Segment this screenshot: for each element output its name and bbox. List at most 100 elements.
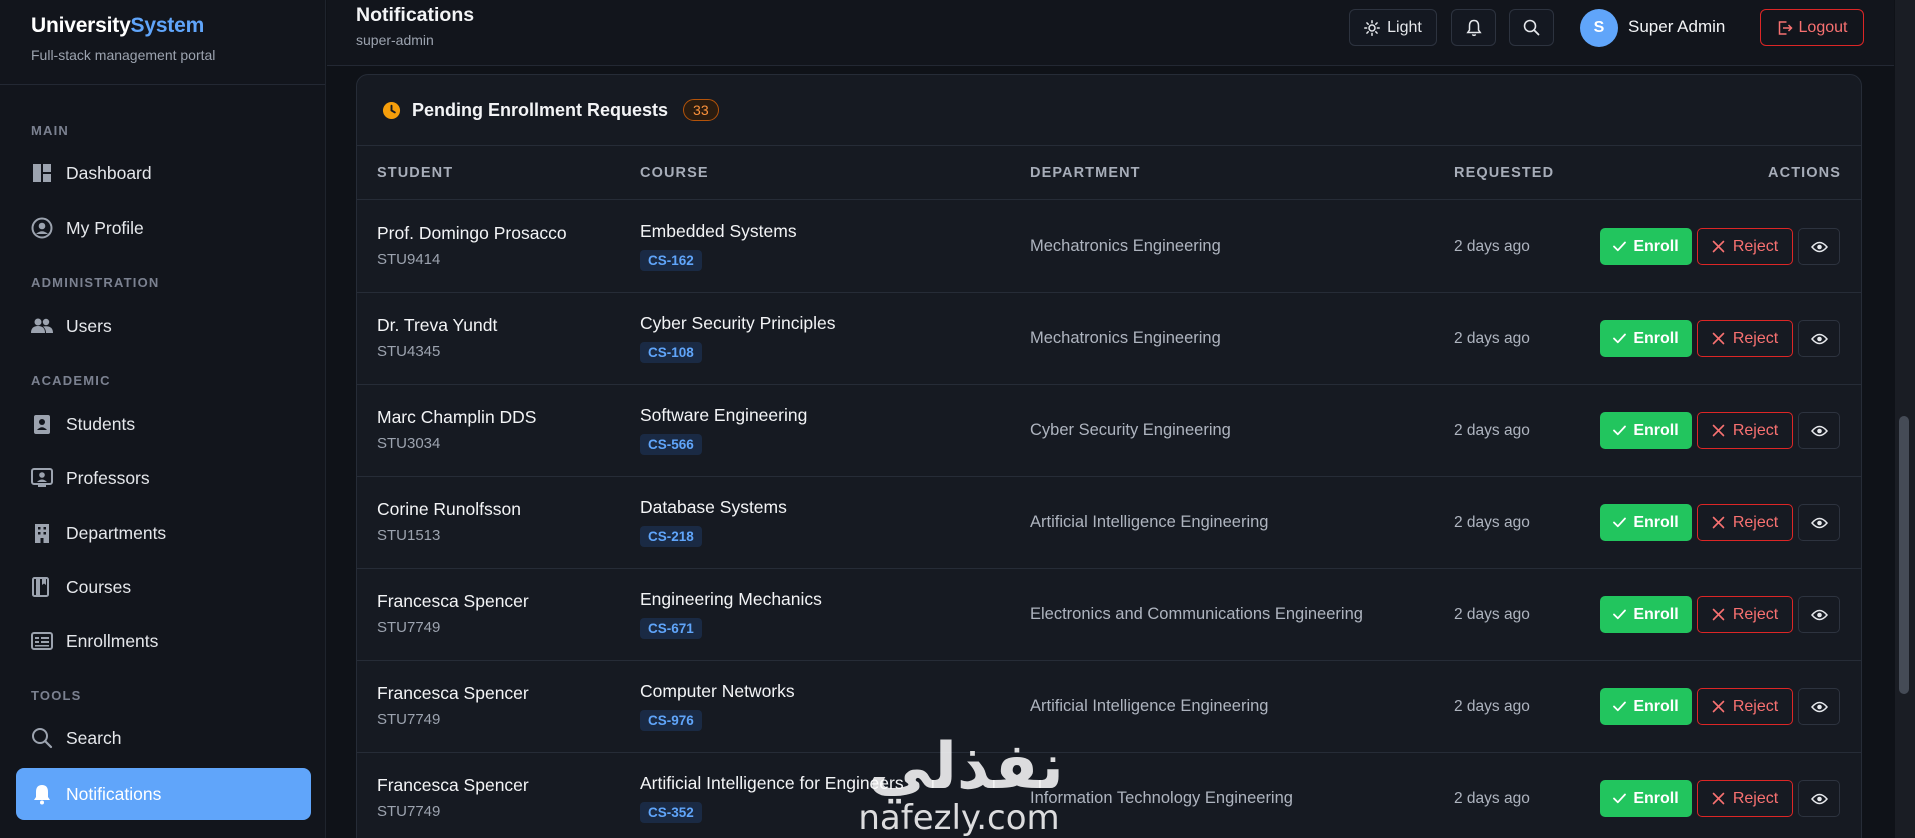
course-name: Computer Networks bbox=[640, 681, 795, 701]
reject-label: Reject bbox=[1732, 421, 1779, 439]
reject-button[interactable]: Reject bbox=[1697, 228, 1793, 265]
enrollment-card-icon bbox=[31, 630, 53, 652]
brand-title[interactable]: UniversitySystem bbox=[31, 14, 325, 38]
brand: UniversitySystem Full-stack management p… bbox=[0, 0, 325, 85]
enroll-button[interactable]: Enroll bbox=[1600, 688, 1692, 725]
theme-toggle-button[interactable]: Light bbox=[1349, 9, 1437, 46]
student-name[interactable]: Corine Runolfsson bbox=[377, 499, 521, 520]
sidebar-item-label: Departments bbox=[66, 522, 167, 543]
sidebar-item-notifications[interactable]: Notifications bbox=[16, 768, 311, 820]
reject-button[interactable]: Reject bbox=[1697, 688, 1793, 725]
theme-toggle-label: Light bbox=[1387, 18, 1422, 36]
sidebar-item-students[interactable]: Students bbox=[16, 398, 311, 450]
scrollbar-thumb[interactable] bbox=[1899, 416, 1909, 694]
requested-time: 2 days ago bbox=[1454, 606, 1530, 623]
student-name[interactable]: Francesca Spencer bbox=[377, 683, 529, 704]
card-title: Pending Enrollment Requests bbox=[412, 99, 669, 120]
x-icon bbox=[1712, 332, 1725, 345]
search-button[interactable] bbox=[1509, 9, 1554, 46]
clock-icon bbox=[382, 101, 412, 120]
view-details-button[interactable] bbox=[1798, 504, 1840, 541]
requested-time: 2 days ago bbox=[1454, 330, 1530, 347]
reject-button[interactable]: Reject bbox=[1697, 412, 1793, 449]
sidebar-item-enrollments[interactable]: Enrollments bbox=[16, 615, 311, 667]
x-icon bbox=[1712, 424, 1725, 437]
requested-time: 2 days ago bbox=[1454, 238, 1530, 255]
table-row: Francesca Spencer STU7749 Artificial Intel… bbox=[357, 753, 1861, 838]
eye-icon bbox=[1810, 793, 1828, 805]
enroll-button[interactable]: Enroll bbox=[1600, 412, 1692, 449]
student-name[interactable]: Dr. Treva Yundt bbox=[377, 315, 497, 336]
search-icon bbox=[31, 727, 53, 749]
requested-time: 2 days ago bbox=[1454, 422, 1530, 439]
course-name: Engineering Mechanics bbox=[640, 589, 822, 609]
eye-icon bbox=[1810, 241, 1828, 253]
course-name: Software Engineering bbox=[640, 405, 808, 425]
check-icon bbox=[1613, 425, 1627, 436]
avatar[interactable]: S bbox=[1580, 9, 1618, 47]
logout-button[interactable]: Logout bbox=[1760, 9, 1864, 46]
reject-button[interactable]: Reject bbox=[1697, 504, 1793, 541]
view-details-button[interactable] bbox=[1798, 596, 1840, 633]
column-header-course: COURSE bbox=[640, 165, 709, 181]
reject-button[interactable]: Reject bbox=[1697, 320, 1793, 357]
check-icon bbox=[1613, 241, 1627, 252]
enroll-button[interactable]: Enroll bbox=[1600, 320, 1692, 357]
sidebar-item-professors[interactable]: Professors bbox=[16, 452, 311, 504]
student-id: STU4345 bbox=[377, 343, 441, 360]
sidebar-item-search[interactable]: Search bbox=[16, 712, 311, 764]
view-details-button[interactable] bbox=[1798, 688, 1840, 725]
notifications-button[interactable] bbox=[1451, 9, 1496, 46]
reject-label: Reject bbox=[1732, 697, 1779, 715]
view-details-button[interactable] bbox=[1798, 228, 1840, 265]
nav-section-main: MAIN bbox=[31, 123, 70, 138]
table-row: Prof. Domingo Prosacco STU9414 Embedded Sy… bbox=[357, 201, 1861, 293]
nav-section-tools: TOOLS bbox=[31, 688, 82, 703]
sidebar-item-label: Courses bbox=[66, 576, 132, 597]
student-name[interactable]: Francesca Spencer bbox=[377, 591, 529, 612]
table-row: Dr. Treva Yundt STU4345 Cyber Security Pri… bbox=[357, 293, 1861, 385]
sidebar-item-departments[interactable]: Departments bbox=[16, 507, 311, 559]
page-title: Notifications bbox=[356, 4, 475, 26]
users-icon bbox=[31, 315, 53, 337]
sidebar-item-dashboard[interactable]: Dashboard bbox=[16, 147, 311, 199]
enroll-button[interactable]: Enroll bbox=[1600, 596, 1692, 633]
enroll-button[interactable]: Enroll bbox=[1600, 780, 1692, 817]
dashboard-icon bbox=[31, 162, 53, 184]
student-id: STU3034 bbox=[377, 435, 441, 452]
course-code-badge: CS-671 bbox=[640, 618, 702, 639]
view-details-button[interactable] bbox=[1798, 780, 1840, 817]
view-details-button[interactable] bbox=[1798, 320, 1840, 357]
page-subtitle: super-admin bbox=[356, 32, 434, 48]
enroll-label: Enroll bbox=[1633, 421, 1679, 439]
eye-icon bbox=[1810, 609, 1828, 621]
sidebar-item-label: Users bbox=[66, 315, 112, 336]
x-icon bbox=[1712, 700, 1725, 713]
student-name[interactable]: Marc Champlin DDS bbox=[377, 407, 536, 428]
sidebar-item-label: Notifications bbox=[66, 783, 162, 804]
sidebar-item-users[interactable]: Users bbox=[16, 300, 311, 352]
reject-button[interactable]: Reject bbox=[1697, 780, 1793, 817]
reject-button[interactable]: Reject bbox=[1697, 596, 1793, 633]
department-name: Artificial Intelligence Engineering bbox=[1030, 697, 1269, 715]
student-badge-icon bbox=[31, 413, 53, 435]
topbar: Notifications super-admin Light S Super … bbox=[327, 0, 1894, 66]
enroll-button[interactable]: Enroll bbox=[1600, 504, 1692, 541]
table-row: Francesca Spencer STU7749 Engineering Mech… bbox=[357, 569, 1861, 661]
sidebar-item-my-profile[interactable]: My Profile bbox=[16, 202, 311, 254]
course-code-badge: CS-162 bbox=[640, 250, 702, 271]
sidebar-item-label: Students bbox=[66, 413, 136, 434]
table-row: Marc Champlin DDS STU3034 Software Enginee… bbox=[357, 385, 1861, 477]
sidebar-item-courses[interactable]: Courses bbox=[16, 561, 311, 613]
column-header-student: STUDENT bbox=[377, 165, 454, 181]
check-icon bbox=[1613, 701, 1627, 712]
student-name[interactable]: Prof. Domingo Prosacco bbox=[377, 223, 567, 244]
nav-section-academic: ACADEMIC bbox=[31, 373, 111, 388]
sidebar-item-label: Search bbox=[66, 727, 122, 748]
enroll-button[interactable]: Enroll bbox=[1600, 228, 1692, 265]
user-name[interactable]: Super Admin bbox=[1628, 17, 1725, 37]
department-name: Mechatronics Engineering bbox=[1030, 329, 1221, 347]
view-details-button[interactable] bbox=[1798, 412, 1840, 449]
student-name[interactable]: Francesca Spencer bbox=[377, 775, 529, 796]
department-name: Electronics and Communications Engineeri… bbox=[1030, 605, 1363, 623]
